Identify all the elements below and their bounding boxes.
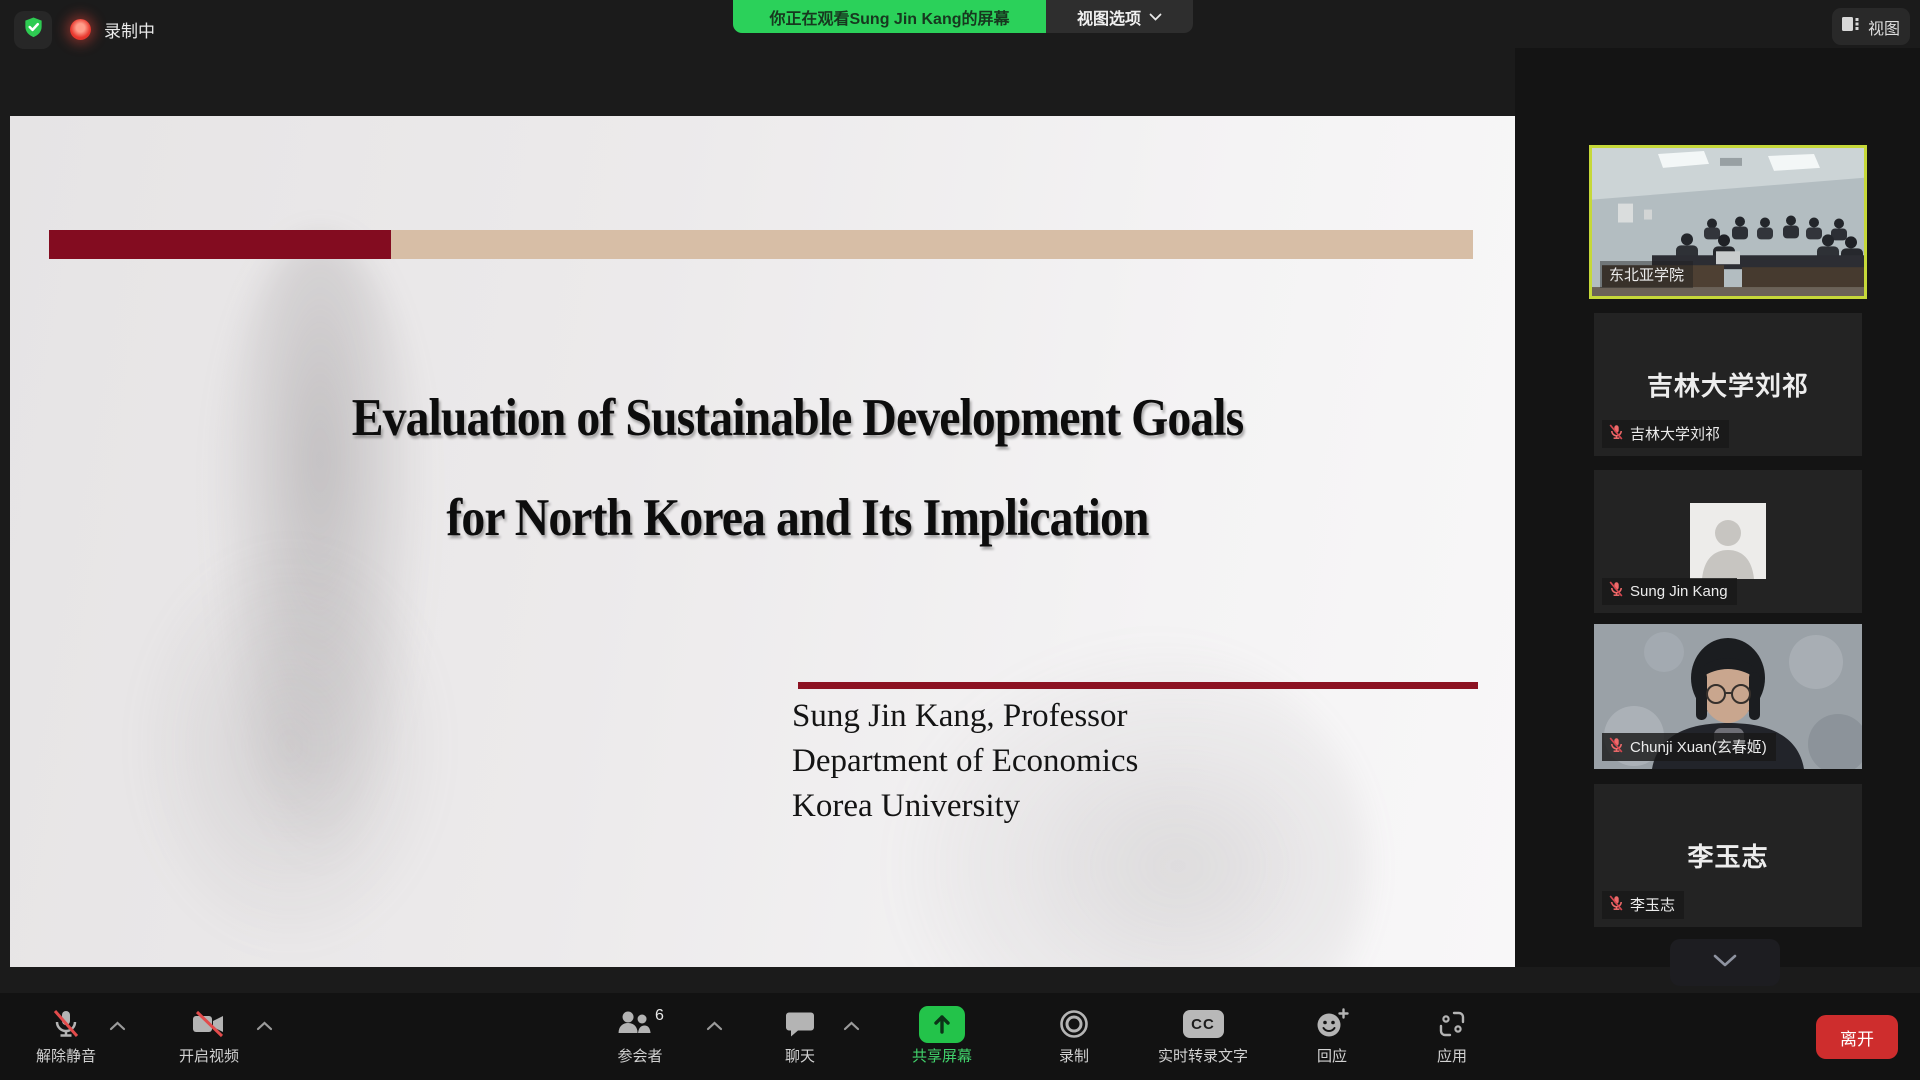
chat-button[interactable]: 聊天 — [785, 1005, 815, 1066]
camera-off-icon — [192, 1005, 226, 1043]
start-video-button[interactable]: 开启视频 — [179, 1005, 239, 1066]
author-university: Korea University — [792, 784, 1138, 829]
video-tile[interactable]: Chunji Xuan(玄春姬) — [1594, 624, 1862, 769]
viewing-banner: 你正在观看Sung Jin Kang的屏幕 — [733, 0, 1046, 33]
view-button[interactable]: 视图 — [1832, 8, 1910, 45]
participant-name-chip: 东北亚学院 — [1600, 261, 1693, 288]
view-options-button[interactable]: 视图选项 — [1046, 0, 1193, 33]
slide-accent-bar-red — [49, 230, 391, 259]
reactions-icon — [1315, 1005, 1349, 1043]
participant-tile[interactable]: Sung Jin Kang — [1594, 470, 1862, 613]
participant-name: 李玉志 — [1630, 894, 1675, 915]
participants-label: 参会者 — [617, 1045, 662, 1066]
author-block: Sung Jin Kang, Professor Department of E… — [792, 694, 1138, 830]
slide-title-line1: Evaluation of Sustainable Development Go… — [152, 388, 1444, 448]
share-screen-icon — [919, 1006, 965, 1043]
recording-indicator: 录制中 — [70, 17, 155, 42]
share-screen-label: 共享屏幕 — [912, 1045, 972, 1066]
mic-muted-icon — [1608, 581, 1624, 601]
gallery-view-icon — [1842, 16, 1861, 37]
participants-caret[interactable] — [706, 1018, 723, 1036]
view-options-label: 视图选项 — [1077, 5, 1141, 29]
author-divider-rule — [798, 682, 1478, 689]
live-transcript-button[interactable]: CC 实时转录文字 — [1158, 1005, 1248, 1066]
recording-dot-icon — [70, 19, 91, 40]
participants-icon — [616, 1009, 652, 1040]
mic-muted-icon — [1608, 895, 1624, 915]
participant-name: 东北亚学院 — [1609, 264, 1684, 285]
leave-button[interactable]: 离开 — [1816, 1015, 1898, 1059]
chevron-down-icon — [1713, 954, 1737, 972]
view-button-label: 视图 — [1868, 15, 1900, 39]
record-button[interactable]: 录制 — [1058, 1005, 1090, 1066]
zoom-meeting-window: 录制中 你正在观看Sung Jin Kang的屏幕 视图选项 视图 Evalua… — [0, 0, 1920, 1080]
video-options-caret[interactable] — [256, 1018, 273, 1036]
chat-caret[interactable] — [843, 1018, 860, 1036]
record-label: 录制 — [1059, 1045, 1089, 1066]
participant-name-chip: Chunji Xuan(玄春姬) — [1602, 733, 1776, 761]
chat-label: 聊天 — [785, 1045, 815, 1066]
apps-label: 应用 — [1437, 1045, 1467, 1066]
record-icon — [1058, 1005, 1090, 1043]
recording-label: 录制中 — [104, 17, 155, 42]
reactions-label: 回应 — [1317, 1045, 1347, 1066]
participant-tile[interactable]: 吉林大学刘祁 吉林大学刘祁 — [1594, 313, 1862, 456]
share-screen-button[interactable]: 共享屏幕 — [912, 1005, 972, 1066]
cc-icon: CC — [1182, 1010, 1223, 1038]
participant-tile[interactable]: 李玉志 李玉志 — [1594, 784, 1862, 927]
unmute-button[interactable]: 解除静音 — [36, 1005, 96, 1066]
participant-name: Chunji Xuan(玄春姬) — [1630, 736, 1767, 757]
participants-count: 6 — [655, 1007, 664, 1025]
participant-name-chip: Sung Jin Kang — [1602, 578, 1737, 605]
unmute-label: 解除静音 — [36, 1045, 96, 1066]
security-button[interactable] — [14, 11, 52, 49]
shared-screen-slide: Evaluation of Sustainable Development Go… — [10, 116, 1515, 967]
avatar — [1690, 503, 1766, 579]
mic-muted-icon — [1608, 424, 1624, 444]
collapse-thumbnails-button[interactable] — [1670, 939, 1780, 986]
chat-icon — [785, 1005, 815, 1043]
participant-name: 吉林大学刘祁 — [1630, 423, 1720, 444]
mic-muted-icon — [1608, 737, 1624, 757]
participants-button[interactable]: 6 参会者 — [616, 1005, 664, 1066]
participant-name-chip: 吉林大学刘祁 — [1602, 420, 1729, 448]
shield-check-icon — [22, 16, 45, 44]
participant-name: Sung Jin Kang — [1630, 583, 1728, 600]
audio-options-caret[interactable] — [109, 1018, 126, 1036]
meeting-toolbar: 解除静音 开启视频 6 参会者 — [0, 993, 1920, 1080]
chevron-down-icon — [1149, 8, 1162, 26]
participants-panel: 东北亚学院 吉林大学刘祁 吉林大学刘祁 Sung Jin Kang — [1515, 48, 1920, 967]
mic-muted-icon — [50, 1005, 82, 1043]
live-transcript-label: 实时转录文字 — [1158, 1045, 1248, 1066]
slide-accent-bar-tan — [391, 230, 1473, 259]
video-tile-active-speaker[interactable]: 东北亚学院 — [1589, 145, 1867, 299]
start-video-label: 开启视频 — [179, 1045, 239, 1066]
slide-title: Evaluation of Sustainable Development Go… — [10, 388, 1515, 548]
author-department: Department of Economics — [792, 739, 1138, 784]
slide-watermark — [130, 536, 450, 956]
author-name: Sung Jin Kang, Professor — [792, 694, 1138, 739]
participant-name-chip: 李玉志 — [1602, 891, 1684, 919]
reactions-button[interactable]: 回应 — [1315, 1005, 1349, 1066]
apps-button[interactable]: 应用 — [1437, 1005, 1467, 1066]
slide-title-line2: for North Korea and Its Implication — [152, 488, 1444, 548]
apps-icon — [1437, 1005, 1467, 1043]
